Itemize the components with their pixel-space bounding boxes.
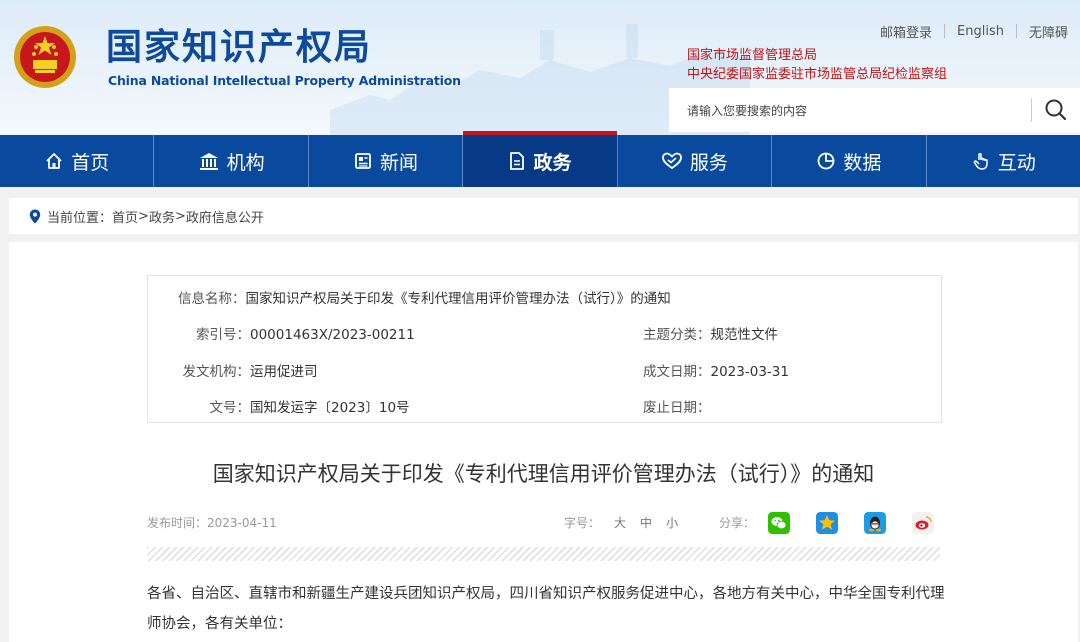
info-topic-label: 主题分类： [643, 327, 711, 343]
qzone-icon[interactable] [816, 512, 838, 534]
english-link[interactable]: English [945, 24, 1016, 39]
publish-time: 发布时间：2023-04-11 [147, 516, 277, 530]
hand-pointer-icon [973, 153, 988, 170]
search-divider [1031, 98, 1032, 122]
nav-item-label: 新闻 [380, 151, 419, 174]
nav-item-government-affairs[interactable]: 政务 [463, 131, 618, 187]
info-table: 信息名称：国家知识产权局关于印发《专利代理信用评价管理办法（试行）》的通知 索引… [147, 275, 942, 423]
info-docno-value: 国知发运字〔2023〕10号 [250, 400, 410, 416]
discipline-inspection-link[interactable]: 中央纪委国家监委驻市场监管总局纪检监察组 [687, 63, 947, 82]
nav-item-label: 数据 [843, 151, 882, 174]
info-docno-label: 文号： [209, 400, 251, 416]
newspaper-icon [355, 153, 371, 169]
font-size-controls: 字号： 大中小 [564, 514, 678, 531]
home-icon [46, 153, 62, 169]
search-button[interactable] [1041, 96, 1071, 124]
site-header: 国家知识产权局 China National Intellectual Prop… [0, 0, 1080, 135]
info-name-value: 国家知识产权局关于印发《专利代理信用评价管理办法（试行）》的通知 [245, 291, 671, 307]
info-row-expiry: 废止日期： [643, 396, 711, 416]
font-size-label: 字号： [564, 516, 601, 530]
wechat-icon[interactable] [768, 512, 790, 534]
top-links: 邮箱登录 English 无障碍 [868, 22, 1080, 41]
accessibility-link[interactable]: 无障碍 [1017, 22, 1080, 41]
breadcrumb-separator: > [138, 208, 149, 224]
weibo-icon[interactable] [912, 512, 934, 534]
breadcrumb-separator: > [174, 208, 186, 224]
info-date-value: 2023-03-31 [710, 364, 789, 380]
site-name-en: China National Intellectual Property Adm… [108, 73, 461, 88]
article-body: 各省、自治区、直辖市和新疆生产建设兵团知识产权局，四川省知识产权服务促进中心，各… [147, 586, 945, 632]
info-name-label: 信息名称： [178, 291, 246, 307]
breadcrumb-gov-affairs-link[interactable]: 政务 [149, 207, 175, 226]
institution-icon [199, 153, 218, 170]
main-nav: 首页 机构 新闻 政务 服务 数据 互动 [0, 131, 1080, 187]
nav-item-label: 首页 [71, 151, 110, 174]
search-box [669, 88, 1080, 132]
info-row-name: 信息名称：国家知识产权局关于印发《专利代理信用评价管理办法（试行）》的通知 [178, 287, 671, 307]
search-input[interactable] [685, 99, 1019, 123]
font-size-large-button[interactable]: 大 [614, 516, 626, 530]
document-icon [510, 152, 525, 170]
location-pin-icon [29, 209, 41, 223]
pie-chart-icon [817, 152, 835, 170]
nav-item-data[interactable]: 数据 [772, 135, 927, 187]
nav-item-label: 互动 [997, 151, 1036, 174]
national-emblem-icon [14, 26, 76, 88]
breadcrumb-prefix: 当前位置： [47, 210, 113, 226]
nav-item-interaction[interactable]: 互动 [927, 135, 1080, 187]
handshake-icon [661, 152, 682, 170]
info-row-issuer: 发文机构：运用促进司 [178, 360, 318, 380]
breadcrumb-disclosure-link[interactable]: 政府信息公开 [186, 207, 264, 226]
nav-item-label: 政务 [533, 151, 572, 174]
breadcrumb-home-link[interactable]: 首页 [112, 207, 138, 226]
nav-item-service[interactable]: 服务 [618, 135, 773, 187]
info-index-value: 00001463X/2023-00211 [250, 327, 415, 343]
font-size-medium-button[interactable]: 中 [640, 516, 652, 530]
divider-stripe [147, 547, 940, 561]
info-row-topic: 主题分类：规范性文件 [643, 323, 778, 343]
main-content: 信息名称：国家知识产权局关于印发《专利代理信用评价管理办法（试行）》的通知 索引… [9, 242, 1078, 642]
nav-item-news[interactable]: 新闻 [309, 135, 464, 187]
samr-link[interactable]: 国家市场监督管理总局 [687, 44, 817, 63]
search-icon [1045, 99, 1067, 121]
info-topic-value: 规范性文件 [710, 327, 779, 343]
nav-item-home[interactable]: 首页 [0, 135, 155, 187]
breadcrumb: 当前位置： 首页 > 政务 > 政府信息公开 [9, 198, 1078, 234]
info-issuer-label: 发文机构： [182, 364, 251, 380]
info-index-label: 索引号： [196, 327, 250, 343]
info-row-date: 成文日期：2023-03-31 [643, 360, 789, 380]
info-expiry-label: 废止日期： [643, 400, 711, 416]
mail-login-link[interactable]: 邮箱登录 [868, 22, 944, 41]
font-size-small-button[interactable]: 小 [666, 516, 678, 530]
article-title: 国家知识产权局关于印发《专利代理信用评价管理办法（试行）》的通知 [212, 462, 875, 486]
info-issuer-value: 运用促进司 [250, 364, 318, 380]
info-row-index: 索引号：00001463X/2023-00211 [178, 323, 415, 343]
nav-item-label: 机构 [226, 151, 265, 174]
nav-item-institution[interactable]: 机构 [154, 135, 309, 187]
info-date-label: 成文日期： [643, 364, 711, 380]
site-name: 国家知识产权局 [106, 27, 373, 68]
nav-item-label: 服务 [689, 151, 728, 174]
info-row-docno: 文号：国知发运字〔2023〕10号 [178, 396, 410, 416]
qq-icon[interactable] [864, 512, 886, 534]
share-label: 分享： [719, 516, 756, 530]
